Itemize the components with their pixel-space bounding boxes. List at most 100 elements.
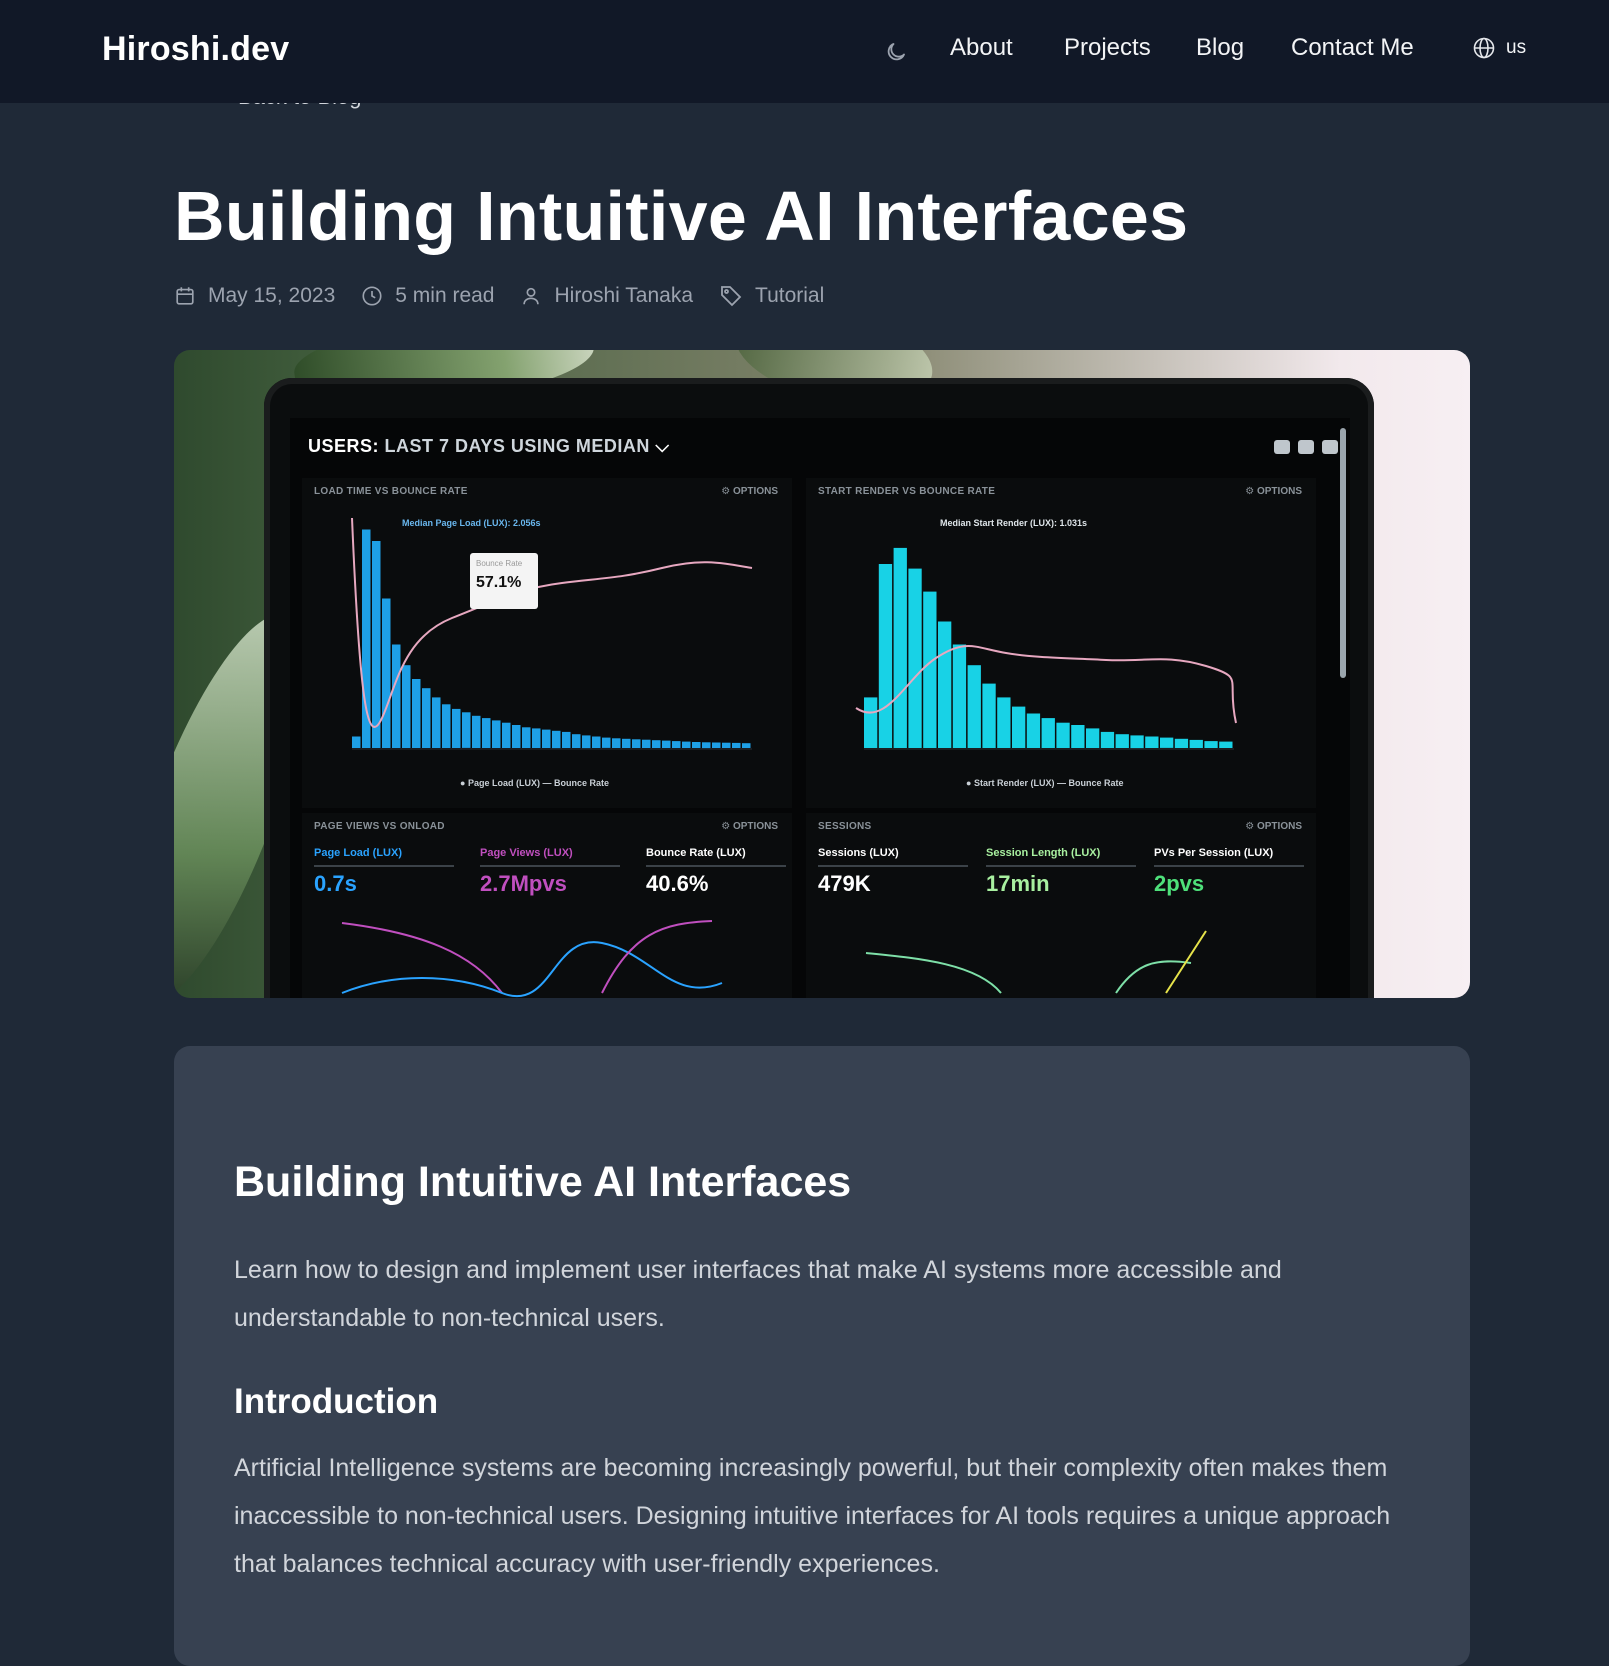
histogram-bar (402, 665, 411, 748)
article-meta: May 15, 2023 5 min read Hiroshi Tanaka T… (174, 284, 850, 308)
histogram-bar (552, 730, 561, 749)
histogram-bar (492, 720, 501, 748)
histogram-bar (502, 722, 511, 748)
language-selector[interactable]: us (1472, 36, 1526, 60)
histogram-bar (702, 742, 711, 749)
dashboard-toolbar-icons (1274, 440, 1338, 454)
chart-panel-start-render: START RENDER VS BOUNCE RATE ⚙ OPTIONS Me… (806, 478, 1316, 808)
dashboard-scrollbar (1340, 428, 1346, 678)
histogram-bar (512, 725, 521, 748)
histogram-bar (967, 665, 981, 748)
histogram-bar (642, 739, 651, 748)
chart-panel-sessions: SESSIONS ⚙ OPTIONS Sessions (LUX) 479K S… (806, 813, 1316, 998)
histogram-bar (722, 742, 731, 748)
histogram-bar (1012, 706, 1026, 748)
histogram-bar (652, 740, 661, 748)
content-heading: Building Intuitive AI Interfaces (234, 1158, 852, 1206)
section-heading-introduction: Introduction (234, 1382, 439, 1421)
histogram-bar (412, 679, 421, 748)
nav-link-contact[interactable]: Contact Me (1291, 34, 1414, 62)
histogram-bar (612, 738, 621, 748)
hero-image: USERS: LAST 7 DAYS USING MEDIAN ⌵ LOAD T… (174, 350, 1470, 998)
tag-icon (721, 286, 742, 307)
histogram-bar (742, 743, 751, 748)
section-body-introduction: Artificial Intelligence systems are beco… (234, 1454, 1391, 1578)
article-content-card: Building Intuitive AI Interfaces Learn h… (174, 1046, 1470, 1666)
dashboard-title: USERS: LAST 7 DAYS USING MEDIAN ⌵ (308, 436, 670, 456)
histogram-bar (712, 742, 721, 748)
histogram-bar (864, 697, 878, 748)
histogram-bar (482, 718, 491, 748)
histogram-bar (592, 736, 601, 748)
histogram-bar (1160, 737, 1174, 748)
brand-logo[interactable]: Hiroshi.dev (102, 30, 289, 69)
histogram-bar (542, 729, 551, 748)
histogram-bar (432, 697, 441, 748)
histogram-bar (362, 529, 371, 748)
date-text: May 15, 2023 (208, 284, 336, 307)
monitor: USERS: LAST 7 DAYS USING MEDIAN ⌵ LOAD T… (264, 378, 1374, 998)
content-lead: Learn how to design and implement user i… (234, 1256, 1282, 1332)
meta-author: Hiroshi Tanaka (520, 284, 693, 308)
nav-link-about[interactable]: About (950, 34, 1013, 62)
histogram-bar (622, 738, 631, 748)
histogram-bar (562, 731, 571, 748)
histogram-bar (632, 739, 641, 748)
histogram-bar (1056, 722, 1070, 748)
histogram-bar (352, 736, 361, 748)
histogram-bar (572, 734, 581, 748)
histogram-bar (997, 697, 1011, 748)
histogram-bar (1130, 735, 1144, 749)
histogram-bar (1189, 739, 1203, 748)
meta-tag[interactable]: Tutorial (719, 284, 824, 308)
user-icon (523, 287, 540, 305)
clock-icon (362, 286, 382, 306)
meta-date: May 15, 2023 (174, 284, 335, 308)
histogram-bar (422, 688, 431, 748)
histogram-bar (732, 742, 741, 748)
histogram-bar (908, 568, 922, 748)
histogram-bar (1086, 728, 1100, 748)
histogram-bar (1219, 741, 1233, 748)
histogram-bar (952, 644, 967, 748)
histogram-bar (982, 683, 996, 748)
histogram-bar (1071, 725, 1085, 748)
author-text: Hiroshi Tanaka (554, 284, 694, 307)
histogram-bar (372, 541, 381, 748)
histogram-bar (938, 621, 952, 748)
load-time-chart (351, 517, 753, 750)
histogram-bar (602, 737, 611, 748)
language-code: us (1506, 37, 1527, 58)
histogram-bar (878, 564, 893, 748)
histogram-bar (452, 708, 461, 748)
histogram-bar (1041, 718, 1055, 748)
histogram-bar (672, 741, 681, 748)
histogram-bar (923, 591, 937, 748)
dashboard-screen: USERS: LAST 7 DAYS USING MEDIAN ⌵ LOAD T… (290, 418, 1350, 998)
histogram-bar (893, 547, 907, 748)
histogram-bar (442, 704, 451, 748)
histogram-bar (392, 644, 401, 748)
histogram-bar (692, 742, 701, 748)
chart-panel-load-time: LOAD TIME VS BOUNCE RATE ⚙ OPTIONS Bounc… (302, 478, 792, 808)
nav-link-projects[interactable]: Projects (1064, 34, 1151, 62)
histogram-bar (1115, 734, 1129, 748)
histogram-bar (1145, 736, 1159, 748)
histogram-bar (1100, 731, 1115, 748)
histogram-bar (382, 598, 391, 748)
histogram-bar (472, 715, 481, 748)
meta-read-time: 5 min read (361, 284, 494, 308)
chart-panel-page-views: PAGE VIEWS VS ONLOAD ⚙ OPTIONS Page Load… (302, 813, 792, 998)
page-views-chart (341, 920, 723, 998)
tooltip: Bounce Rate 57.1% (470, 553, 538, 609)
sessions-chart (865, 930, 1207, 994)
globe-icon (1473, 37, 1495, 59)
nav-link-blog[interactable]: Blog (1196, 34, 1244, 62)
article-title: Building Intuitive AI Interfaces (174, 177, 1189, 255)
top-navbar: Hiroshi.dev About Projects Blog Contact … (0, 0, 1609, 103)
theme-toggle-button[interactable] (880, 36, 912, 68)
histogram-bar (662, 740, 671, 748)
histogram-bar (1026, 713, 1041, 748)
histogram-bar (462, 712, 471, 748)
histogram-bar (532, 728, 541, 748)
